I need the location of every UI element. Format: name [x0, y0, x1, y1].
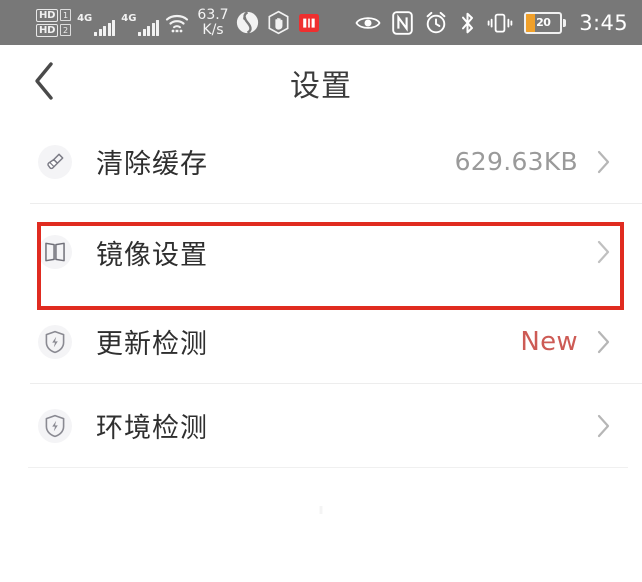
chevron-right-icon	[596, 149, 612, 175]
battery-cap	[563, 18, 567, 27]
status-bar: HD 1 HD 2 4G 4G 63.7 K/s 20 3:45	[0, 0, 642, 45]
alarm-clock-icon	[424, 11, 448, 35]
list-item-label: 环境检测	[96, 413, 208, 444]
data-speed-unit: K/s	[202, 21, 224, 38]
sim-2-indicator: 2	[60, 24, 72, 36]
list-item-mirror-settings[interactable]: 镜像设置	[0, 204, 642, 300]
bluetooth-icon	[459, 11, 476, 35]
list-item-clear-cache[interactable]: 清除缓存 629.63KB	[0, 120, 642, 203]
list-item-label: 清除缓存	[96, 149, 208, 180]
sim-1-indicator: 1	[60, 9, 72, 21]
cache-size-value: 629.63KB	[454, 147, 578, 176]
new-badge: New	[520, 326, 578, 357]
network-type-label-sim2: 4G	[121, 12, 137, 24]
back-button[interactable]	[20, 59, 68, 107]
network-type-label-sim1: 4G	[77, 12, 93, 24]
shield-bolt-icon	[38, 324, 72, 359]
do-not-disturb-icon	[235, 10, 260, 35]
signal-strength-bars-sim1	[94, 18, 116, 36]
signal-bars-icon-sim2: 4G	[121, 10, 160, 36]
bottom-marker	[319, 506, 323, 514]
mirror-icon	[38, 235, 72, 269]
hd-badge-sim2: HD	[36, 23, 59, 37]
broom-icon	[38, 144, 72, 179]
chevron-right-icon	[596, 329, 612, 355]
wifi-icon	[165, 12, 189, 34]
data-speed-value: 63.7	[197, 6, 229, 23]
list-item-environment-check[interactable]: 环境检测	[0, 384, 642, 467]
list-item-trailing: New	[520, 327, 612, 357]
status-bar-right-group: 20 3:45	[355, 11, 628, 35]
list-item-label: 镜像设置	[96, 239, 208, 271]
chevron-left-icon	[31, 60, 57, 106]
list-item-trailing	[596, 413, 612, 439]
nfc-icon	[392, 10, 413, 35]
status-bar-left-group: HD 1 HD 2 4G 4G 63.7 K/s	[36, 6, 321, 38]
page-title: 设置	[290, 68, 352, 104]
battery-icon: 20	[524, 11, 567, 34]
chevron-right-icon	[596, 239, 612, 265]
list-item-trailing	[596, 239, 612, 265]
eye-care-icon	[355, 13, 381, 33]
status-bar-clock: 3:45	[579, 10, 628, 35]
shield-bolt-icon	[38, 408, 72, 443]
list-item-update-check[interactable]: 更新检测 New	[0, 300, 642, 383]
settings-list: 清除缓存 629.63KB 镜像设置 更新检测 New 环境检测	[0, 120, 642, 468]
app-header: 设置	[0, 45, 642, 120]
signal-strength-bars-sim2	[138, 18, 160, 36]
chevron-right-icon	[596, 413, 612, 439]
app-notification-icon	[297, 11, 321, 35]
phone-screen: HD 1 HD 2 4G 4G 63.7 K/s 20 3:45 设置 清除缓存…	[0, 0, 642, 582]
battery-percent-label: 20	[536, 16, 551, 29]
data-speed-indicator: 63.7 K/s	[197, 6, 229, 38]
list-item-label: 更新检测	[96, 329, 208, 360]
hd-voice-icon: HD 1 HD 2	[36, 8, 72, 37]
vibrate-icon	[487, 11, 513, 35]
mute-gesture-icon	[266, 10, 291, 35]
hd-badge-sim1: HD	[36, 8, 59, 22]
list-item-trailing: 629.63KB	[455, 147, 612, 176]
battery-body: 20	[524, 11, 563, 34]
bottom-blank-area	[0, 468, 642, 538]
signal-bars-icon-sim1: 4G	[77, 10, 116, 36]
